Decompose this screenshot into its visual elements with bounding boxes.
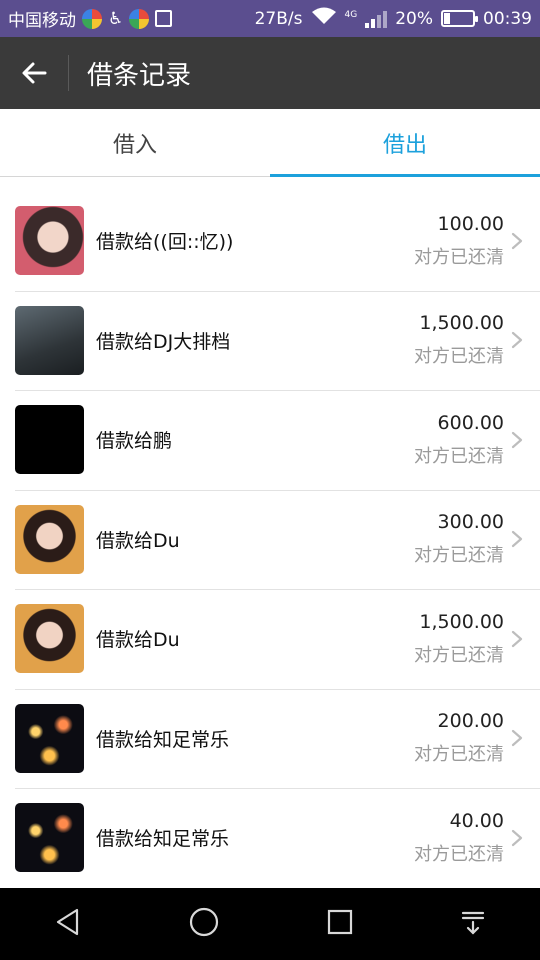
square-recents-icon bbox=[327, 909, 352, 935]
battery-percent: 20% bbox=[395, 8, 433, 29]
record-status: 对方已还清 bbox=[414, 445, 504, 467]
record-name: 借款给Du bbox=[96, 629, 180, 652]
record-summary: 200.00 对方已还清 bbox=[414, 710, 504, 766]
list-item[interactable]: 借款给Du 1,500.00 对方已还清 bbox=[0, 589, 540, 689]
record-amount: 200.00 bbox=[437, 710, 504, 733]
pull-down-icon bbox=[462, 911, 485, 935]
record-amount: 300.00 bbox=[437, 511, 504, 534]
chevron-right-icon bbox=[510, 330, 540, 350]
chevron-right-icon bbox=[510, 231, 540, 251]
record-status: 对方已还清 bbox=[414, 843, 504, 865]
clock: 00:39 bbox=[483, 8, 532, 29]
record-name: 借款给知足常乐 bbox=[96, 728, 230, 751]
signal-icon bbox=[365, 10, 388, 28]
list-item[interactable]: 借款给鹏 600.00 对方已还清 bbox=[0, 390, 540, 490]
record-list: 借款给((回::忆)) 100.00 对方已还清 借款给DJ大排档 1,500.00 对方… bbox=[0, 191, 540, 888]
circle-home-icon bbox=[190, 907, 219, 937]
tab-1[interactable]: 借出 bbox=[270, 109, 540, 177]
record-summary: 40.00 对方已还清 bbox=[414, 810, 504, 866]
list-item[interactable]: 借款给((回::忆)) 100.00对方已还清 bbox=[0, 191, 540, 291]
avatar bbox=[15, 405, 84, 475]
system-nav-bar bbox=[0, 888, 540, 960]
page-title: 借条记录 bbox=[87, 60, 192, 91]
chevron-right-icon bbox=[510, 529, 540, 549]
avatar bbox=[15, 604, 84, 674]
list-item[interactable]: 借款给知足常乐 200.00 对方已还清 bbox=[0, 688, 540, 789]
battery-fill bbox=[444, 13, 450, 24]
record-name: 借款给((回::忆)) bbox=[96, 231, 234, 254]
chevron-right-icon bbox=[510, 828, 540, 848]
avatar bbox=[15, 803, 84, 873]
record-summary: 1,500.00 对方已还清 bbox=[414, 611, 504, 667]
image-notification-icon bbox=[155, 10, 173, 27]
record-name: 借款给鹏 bbox=[96, 430, 173, 453]
nav-home-button[interactable] bbox=[188, 906, 220, 942]
nav-notification-button[interactable] bbox=[459, 908, 487, 940]
list-item[interactable]: 借款给知足常乐 40.00 对方已还清 bbox=[0, 788, 540, 888]
app-bar-divider bbox=[68, 55, 69, 91]
record-name: 借款给知足常乐 bbox=[96, 828, 230, 851]
record-status: 对方已还清 bbox=[414, 744, 504, 766]
chevron-right-icon bbox=[510, 728, 540, 748]
arrow-left-icon bbox=[22, 62, 47, 84]
app-bar: 借条记录 bbox=[0, 37, 540, 109]
status-right: 27B/s 4G 20% 00:39 bbox=[255, 6, 532, 31]
record-summary: 1,500.00 对方已还清 bbox=[414, 312, 504, 368]
avatar bbox=[15, 504, 84, 574]
record-summary: 600.00 对方已还清 bbox=[414, 412, 504, 468]
avatar bbox=[15, 703, 84, 773]
nav-recents-button[interactable] bbox=[326, 908, 354, 940]
status-left: 中国移动 ♿ bbox=[8, 6, 173, 31]
carrier-label: 中国移动 bbox=[8, 11, 76, 31]
tab-bar: 借入 借出 bbox=[0, 109, 540, 177]
status-bar: 中国移动 ♿ 27B/s 4G 20% 00:39 bbox=[0, 0, 540, 37]
record-name: 借款给DJ大排档 bbox=[96, 330, 231, 353]
record-amount: 600.00 bbox=[437, 411, 504, 434]
chevron-right-icon bbox=[510, 629, 540, 649]
triangle-back-icon bbox=[56, 908, 78, 936]
accessibility-icon: ♿ bbox=[108, 8, 124, 29]
record-summary: 300.00 对方已还清 bbox=[414, 511, 504, 567]
record-status: 对方已还清 bbox=[414, 545, 504, 567]
back-button[interactable] bbox=[0, 37, 68, 109]
avatar bbox=[15, 206, 84, 276]
app-notification-icon bbox=[82, 8, 102, 29]
record-amount: 100.00 bbox=[437, 212, 504, 235]
app-notification-icon-2 bbox=[129, 8, 150, 29]
wifi-icon bbox=[311, 6, 337, 31]
record-status: 对方已还清 bbox=[414, 246, 504, 268]
avatar bbox=[15, 305, 84, 375]
record-status: 对方已还清 bbox=[414, 346, 504, 368]
list-item[interactable]: 借款给DJ大排档 1,500.00 对方已还清 bbox=[0, 290, 540, 391]
record-status: 对方已还清 bbox=[414, 644, 504, 666]
nav-back-button[interactable] bbox=[53, 907, 83, 941]
record-amount: 40.00 bbox=[449, 809, 504, 832]
net-speed: 27B/s bbox=[254, 8, 303, 29]
tab-0[interactable]: 借入 bbox=[0, 109, 270, 176]
record-amount: 1,500.00 bbox=[419, 312, 504, 335]
record-name: 借款给Du bbox=[96, 529, 180, 552]
list-item[interactable]: 借款给Du 300.00 对方已还清 bbox=[0, 489, 540, 590]
record-amount: 1,500.00 bbox=[419, 610, 504, 633]
record-summary: 100.00 对方已还清 bbox=[414, 213, 504, 269]
battery-icon bbox=[441, 10, 478, 27]
chevron-right-icon bbox=[510, 430, 540, 450]
network-type: 4G bbox=[344, 10, 358, 20]
